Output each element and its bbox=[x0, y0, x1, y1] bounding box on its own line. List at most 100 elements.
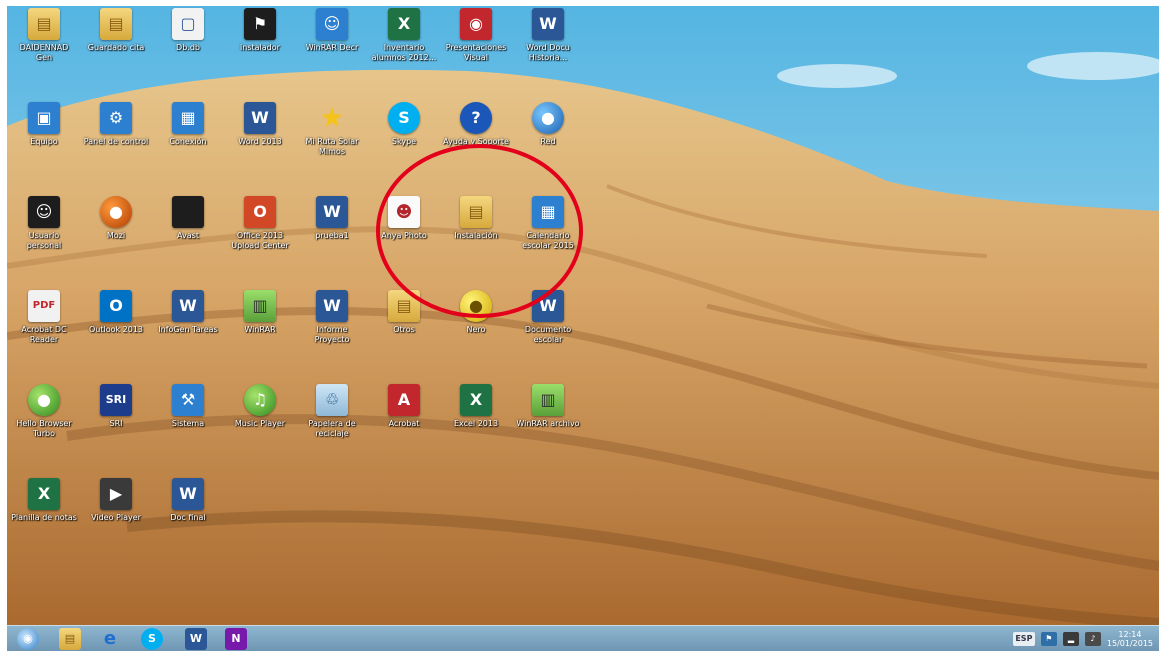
desktop-icon[interactable]: W Doc final bbox=[155, 478, 221, 523]
desktop-icon-label: Outlook 2013 bbox=[88, 325, 144, 334]
desktop-icon[interactable]: ▢ Db.db bbox=[155, 8, 221, 53]
desktop-icon[interactable]: ▣ Equipo bbox=[11, 102, 77, 147]
calendar-app-icon: ▦ bbox=[532, 196, 564, 228]
desktop-icon[interactable]: O Office 2013 Upload Center bbox=[227, 196, 293, 251]
taskbar: ◉ ▤ e S W N ESP ⚑ ▂ ♪ 12:14 15/01/2015 bbox=[7, 625, 1159, 651]
desktop-icon[interactable]: ▤ DAIDENNAD Gen bbox=[11, 8, 77, 63]
desktop-icon-label: Hello Browser Turbo bbox=[16, 419, 72, 438]
desktop-icon[interactable]: ♲ Papelera de reciclaje bbox=[299, 384, 365, 439]
desktop-icon[interactable]: ● Red bbox=[515, 102, 581, 147]
tools-icon: ⚒ bbox=[172, 384, 204, 416]
word-file-icon: W bbox=[172, 478, 204, 510]
desktop-icon-label: Equipo bbox=[30, 137, 58, 146]
desktop-icon[interactable]: ◉ Presentaciones Visual bbox=[443, 8, 509, 63]
desktop-icon-label: prueba1 bbox=[315, 231, 349, 240]
desktop-icon[interactable]: ★ Mi Ruta Solar Mimos bbox=[299, 102, 365, 157]
desktop-icon[interactable]: ☺ WinRAR Decr bbox=[299, 8, 365, 53]
acrobat-icon: A bbox=[388, 384, 420, 416]
desktop-icon[interactable]: ▤ Otros bbox=[371, 290, 437, 335]
desktop-icon[interactable]: ▶ Video Player bbox=[83, 478, 149, 523]
desktop-icon[interactable]: ▥ WinRAR archivo bbox=[515, 384, 581, 429]
people-app-icon: ☺ bbox=[316, 8, 348, 40]
music-icon: ♫ bbox=[244, 384, 276, 416]
excel-file-icon: X bbox=[28, 478, 60, 510]
clock[interactable]: 12:14 15/01/2015 bbox=[1107, 630, 1153, 648]
desktop-icon-label: Red bbox=[540, 137, 556, 146]
desktop-icon[interactable]: ▦ Calendario escolar 2015 bbox=[515, 196, 581, 251]
internet-explorer-icon[interactable]: e bbox=[99, 628, 121, 650]
desktop-icon[interactable]: Avast bbox=[155, 196, 221, 241]
word-file-icon: W bbox=[172, 290, 204, 322]
volume-icon[interactable]: ♪ bbox=[1084, 632, 1101, 646]
desktop-icon[interactable]: A Acrobat bbox=[371, 384, 437, 429]
computer-icon: ▣ bbox=[28, 102, 60, 134]
folder-icon: ▤ bbox=[388, 290, 420, 322]
desktop-icon[interactable]: ● Hello Browser Turbo bbox=[11, 384, 77, 439]
video-icon: ▶ bbox=[100, 478, 132, 510]
word-file-icon: W bbox=[532, 8, 564, 40]
desktop-icon-label: Word 2013 bbox=[238, 137, 282, 146]
archive-icon: ▥ bbox=[244, 290, 276, 322]
excel-file-icon: X bbox=[388, 8, 420, 40]
desktop-icon[interactable]: W Informe Proyecto bbox=[299, 290, 365, 345]
desktop-icon-label: Conexión bbox=[169, 137, 207, 146]
word-taskbar-icon[interactable]: W bbox=[185, 628, 207, 650]
desktop-icon-label: WinRAR bbox=[244, 325, 276, 334]
desktop-icon[interactable]: PDF Acrobat DC Reader bbox=[11, 290, 77, 345]
start-button[interactable]: ◉ bbox=[17, 628, 39, 650]
desktop-icon[interactable]: Wprueba1 bbox=[299, 196, 365, 241]
desktop-icon[interactable]: ⚙ Panel de control bbox=[83, 102, 149, 147]
desktop-icon[interactable]: ? Ayuda y Soporte bbox=[443, 102, 509, 147]
flag-app-icon: ⚑ bbox=[244, 8, 276, 40]
desktop-icon[interactable]: S Skype bbox=[371, 102, 437, 147]
desktop-icon-label: Anya Photo bbox=[381, 231, 427, 240]
desktop-icon-label: Panel de control bbox=[83, 137, 149, 146]
desktop-icon-label: Db.db bbox=[176, 43, 200, 52]
desktop-icon[interactable]: ▤ Instalación bbox=[443, 196, 509, 241]
person-photo-icon: ☻ bbox=[388, 196, 420, 228]
action-center-flag-icon[interactable]: ⚑ bbox=[1040, 632, 1057, 646]
desktop-icon[interactable]: ▤ Guardado cita bbox=[83, 8, 149, 53]
desktop-icon[interactable]: X Excel 2013 bbox=[443, 384, 509, 429]
keyboard-layout-indicator[interactable]: ESP bbox=[1012, 632, 1035, 646]
desktop-icon-label: Doc final bbox=[170, 513, 206, 522]
desktop-icon-label: Video Player bbox=[91, 513, 141, 522]
desktop-icon-label: Usuario personal bbox=[26, 231, 62, 250]
desktop-icon-label: Calendario escolar 2015 bbox=[522, 231, 574, 250]
desktop-icon[interactable]: ♫ Music Player bbox=[227, 384, 293, 429]
user-settings-icon: ☺ bbox=[28, 196, 60, 228]
clock-date: 15/01/2015 bbox=[1106, 639, 1153, 648]
desktop-icon-label: Sistema bbox=[171, 419, 205, 428]
desktop-icon[interactable]: ● Nero bbox=[443, 290, 509, 335]
desktop-icon[interactable]: W InfoGen Tareas bbox=[155, 290, 221, 335]
desktop-icon[interactable]: ● Mozi bbox=[83, 196, 149, 241]
file-explorer-icon[interactable]: ▤ bbox=[59, 628, 81, 650]
desktop-icon[interactable]: W Word Docu Historia... bbox=[515, 8, 581, 63]
desktop-icon[interactable]: X Inventario alumnos 2012... bbox=[371, 8, 437, 63]
desktop-icon-grid: ▤ DAIDENNAD Gen ▤ Guardado cita ▢ Db.db ⚑ insta… bbox=[7, 6, 1159, 628]
word-file-icon: W bbox=[316, 290, 348, 322]
desktop-icon[interactable]: W Word 2013 bbox=[227, 102, 293, 147]
desktop-icon[interactable]: ⚒ Sistema bbox=[155, 384, 221, 429]
desktop-icon[interactable]: X Planilla de notas bbox=[11, 478, 77, 523]
recycle-bin-icon: ♲ bbox=[316, 384, 348, 416]
desktop-icon[interactable]: ☺ Usuario personal bbox=[11, 196, 77, 251]
skype-taskbar-icon[interactable]: S bbox=[141, 628, 163, 650]
desktop-icon-label: Informe Proyecto bbox=[314, 325, 350, 344]
desktop-icon-label: WinRAR Decr bbox=[305, 43, 359, 52]
blank-icon bbox=[172, 196, 204, 228]
clock-time: 12:14 bbox=[1118, 630, 1142, 639]
desktop-icon[interactable]: W Documento escolar bbox=[515, 290, 581, 345]
desktop-icon[interactable]: ⚑ instalador bbox=[227, 8, 293, 53]
network-icon[interactable]: ▂ bbox=[1062, 632, 1079, 646]
desktop-icon[interactable]: SRI SRI bbox=[83, 384, 149, 429]
desktop-icon[interactable]: ▦ Conexión bbox=[155, 102, 221, 147]
onenote-taskbar-icon[interactable]: N bbox=[225, 628, 247, 650]
outlook-icon: O bbox=[100, 290, 132, 322]
desktop-icon-label: InfoGen Tareas bbox=[158, 325, 218, 334]
desktop-icon[interactable]: O Outlook 2013 bbox=[83, 290, 149, 335]
control-panel-icon: ⚙ bbox=[100, 102, 132, 134]
desktop-icon[interactable]: ▥ WinRAR bbox=[227, 290, 293, 335]
office-icon: O bbox=[244, 196, 276, 228]
desktop-icon[interactable]: ☻ Anya Photo bbox=[371, 196, 437, 241]
